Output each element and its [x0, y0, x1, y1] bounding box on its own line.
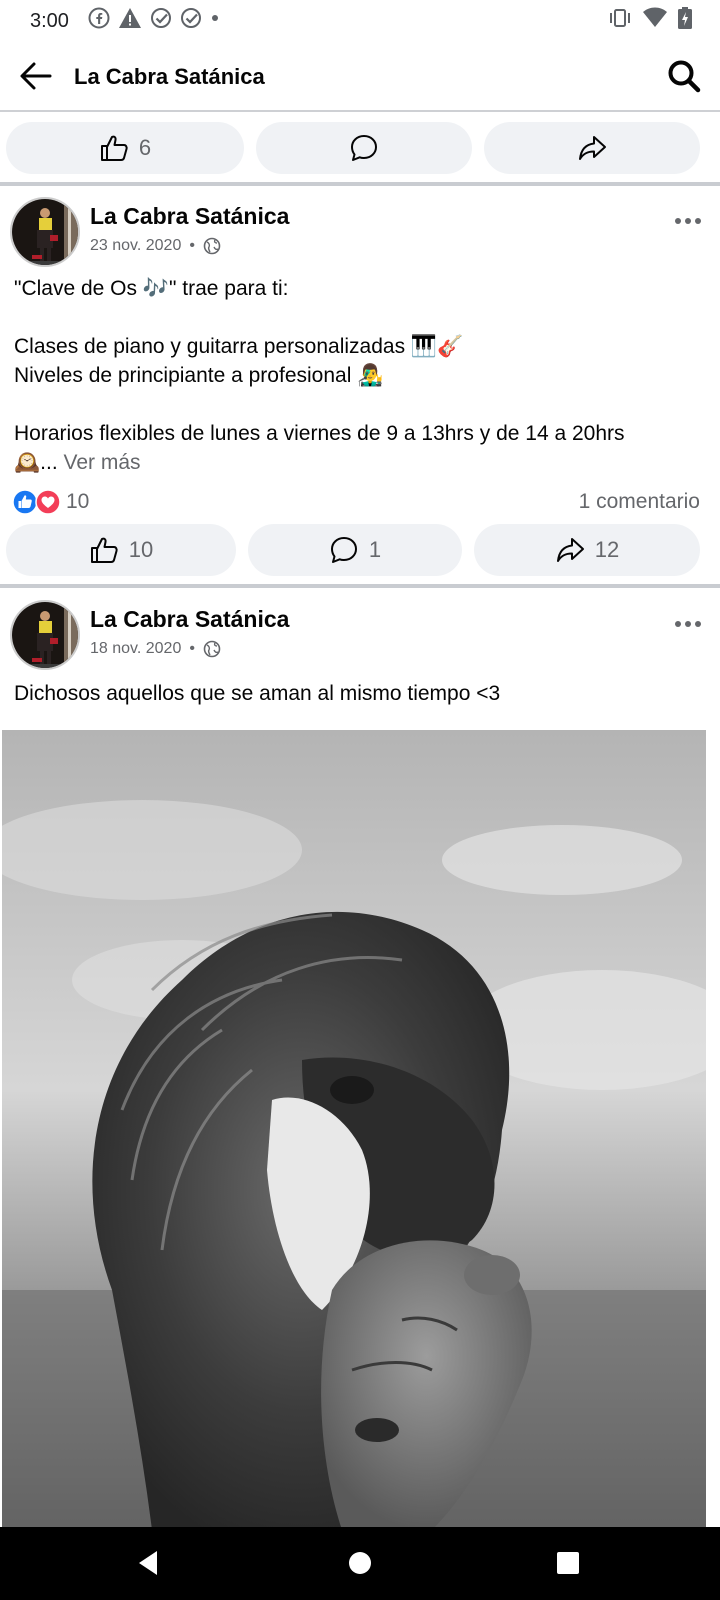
author-name[interactable]: La Cabra Satánica — [90, 203, 289, 230]
comment-icon — [330, 537, 357, 563]
warning-icon — [118, 7, 142, 34]
reaction-icons — [12, 489, 61, 515]
globe-icon — [203, 640, 221, 658]
post-date[interactable]: 18 nov. 2020 — [90, 640, 181, 658]
check-circle-icon — [180, 7, 202, 34]
post-date[interactable]: 23 nov. 2020 — [90, 237, 181, 255]
app-bar: La Cabra Satánica — [0, 40, 720, 112]
back-triangle-icon — [139, 1551, 157, 1575]
avatar[interactable] — [10, 600, 80, 670]
post-header: La Cabra Satánica 23 nov. 2020 • — [0, 197, 720, 271]
love-reaction-icon — [35, 489, 61, 515]
recents-square-icon — [557, 1552, 579, 1574]
feed[interactable]: 6 La Cabra Satánica 23 nov. 2020 • "Clav… — [0, 112, 720, 1527]
author-name[interactable]: La Cabra Satánica — [90, 606, 289, 633]
post-text: Dichosos aquellos que se aman al mismo t… — [14, 682, 501, 705]
share-count: 12 — [594, 537, 620, 562]
like-button[interactable]: 6 — [6, 122, 244, 174]
comments-link[interactable]: 1 comentario — [579, 490, 700, 514]
check-circle-icon — [150, 7, 172, 34]
search-icon — [668, 60, 701, 93]
status-bar: 3:00 — [0, 0, 720, 40]
post-text: "Clave de Os 🎶" trae para ti: Clases de … — [14, 277, 625, 474]
comment-count: 1 — [368, 537, 382, 562]
system-nav-bar — [0, 1527, 720, 1600]
like-button[interactable]: 10 — [6, 524, 236, 576]
post-separator — [0, 182, 720, 186]
post-actions: 10 1 12 — [0, 524, 720, 576]
globe-icon — [203, 237, 221, 255]
post-image[interactable] — [2, 730, 706, 1527]
comment-button[interactable] — [256, 122, 472, 174]
meta-separator: • — [189, 237, 195, 254]
page-title: La Cabra Satánica — [74, 64, 265, 89]
search-button[interactable] — [662, 54, 706, 98]
see-more-link[interactable]: Ver más — [64, 451, 141, 474]
nav-home-button[interactable] — [338, 1541, 382, 1585]
facebook-icon — [88, 7, 110, 34]
like-count: 10 — [128, 537, 154, 562]
home-circle-icon — [349, 1552, 371, 1574]
battery-charging-icon — [678, 6, 692, 34]
meta-separator: • — [189, 640, 195, 657]
more-icon — [675, 218, 701, 224]
notification-icons — [88, 7, 220, 34]
share-button[interactable] — [484, 122, 700, 174]
status-time: 3:00 — [30, 10, 69, 32]
system-icons — [608, 6, 692, 34]
vibrate-icon — [608, 7, 632, 34]
more-options-button[interactable] — [668, 604, 708, 644]
reaction-count: 10 — [66, 490, 90, 513]
avatar[interactable] — [10, 197, 80, 267]
dot-icon — [210, 7, 220, 34]
nav-back-button[interactable] — [126, 1541, 170, 1585]
post-header: La Cabra Satánica 18 nov. 2020 • — [0, 600, 720, 674]
post-meta: 23 nov. 2020 • — [90, 237, 221, 255]
previous-post-actions: 6 — [0, 122, 720, 174]
like-count: 6 — [138, 135, 152, 160]
back-button[interactable] — [14, 54, 58, 98]
wifi-icon — [642, 7, 668, 34]
thumbs-up-icon — [100, 135, 128, 161]
share-icon — [579, 136, 606, 160]
thumbs-up-icon — [90, 537, 118, 563]
more-icon — [675, 621, 701, 627]
arrow-left-icon — [20, 62, 52, 90]
nav-recents-button[interactable] — [546, 1541, 590, 1585]
more-options-button[interactable] — [668, 201, 708, 241]
comment-icon — [351, 135, 377, 161]
comment-button[interactable]: 1 — [248, 524, 462, 576]
post-separator — [0, 584, 720, 588]
share-icon — [556, 538, 584, 562]
reactions-summary[interactable]: 10 1 comentario — [0, 485, 720, 519]
share-button[interactable]: 12 — [474, 524, 700, 576]
post-meta: 18 nov. 2020 • — [90, 640, 221, 658]
